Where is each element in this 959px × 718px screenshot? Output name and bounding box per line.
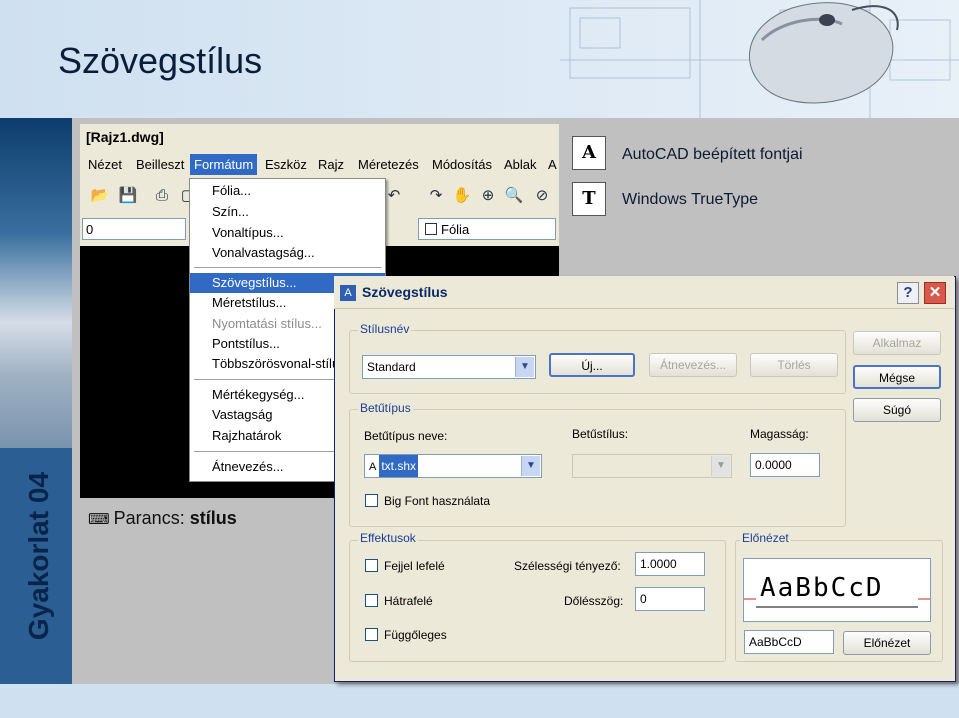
rename-style-button: Átnevezés... [649, 353, 737, 377]
menu-item-vonalvastagsag[interactable]: Vonalvastagság... [190, 243, 385, 263]
redo-icon[interactable]: ↷ [426, 186, 446, 206]
font-style-label: Betűstílus: [572, 427, 629, 441]
acad-window-title: [Rajz1.dwg] [86, 129, 164, 145]
vertical-checkbox[interactable] [365, 628, 378, 641]
print-icon[interactable]: ⎙ [152, 186, 172, 206]
save-icon[interactable]: 💾 [118, 186, 138, 206]
open-folder-icon[interactable]: 📂 [90, 186, 110, 206]
zoom-previous-icon[interactable]: ⊘ [532, 186, 552, 206]
menu-eszkoz[interactable]: Eszköz [263, 157, 309, 172]
oblique-label: Dőlésszög: [564, 594, 624, 608]
chevron-down-icon: ▼ [521, 456, 540, 476]
vertical-label: Függőleges [384, 628, 447, 642]
help-button[interactable]: Súgó [853, 398, 941, 422]
mouse-image [732, 0, 902, 108]
preview-sample-text: AaBbCcD [760, 573, 884, 603]
width-factor-field[interactable]: 1.0000 [635, 552, 705, 576]
backwards-label: Hátrafelé [384, 594, 433, 608]
bigfont-label: Big Font használata [384, 494, 491, 508]
truetype-font-icon: T [572, 182, 606, 216]
style-name-value: Standard [367, 360, 416, 374]
menu-ablak[interactable]: Ablak [502, 157, 539, 172]
height-label: Magasság: [750, 427, 809, 441]
layer-combo[interactable]: Fólia [418, 218, 556, 240]
preview-input[interactable]: AaBbCcD [744, 630, 834, 654]
preview-button[interactable]: Előnézet [843, 631, 931, 655]
menu-more[interactable]: A [546, 157, 559, 172]
menu-item-szin[interactable]: Szín... [190, 202, 385, 222]
undo-icon[interactable]: ↶ [384, 186, 404, 206]
snowy-landscape-photo [0, 118, 72, 448]
effects-group-label: Effektusok [358, 531, 418, 545]
zoom-window-icon[interactable]: 🔍 [504, 186, 524, 206]
dialog-title-bar: A Szövegstílus ? ✕ [334, 276, 954, 309]
height-field[interactable]: 0.0000 [750, 453, 820, 477]
command-line: ⌨ Parancs: stílus [88, 508, 237, 529]
truetype-font-label: Windows TrueType [622, 191, 759, 208]
font-name-combo[interactable]: Atxt.shx ▼ [364, 454, 542, 478]
chevron-down-icon: ▼ [711, 456, 730, 476]
pan-icon[interactable]: ✋ [452, 186, 472, 206]
footer-band [0, 684, 959, 718]
command-prefix: Parancs: [113, 508, 185, 528]
preview-group-label: Előnézet [740, 531, 791, 545]
layer-color-swatch-icon [425, 223, 437, 235]
zoom-realtime-icon[interactable]: ⊕ [478, 186, 498, 206]
menu-item-vonaltipus[interactable]: Vonaltípus... [190, 223, 385, 243]
style-name-combo[interactable]: Standard ▼ [362, 355, 536, 379]
layer-combo-value: Fólia [441, 222, 470, 237]
cancel-button[interactable]: Mégse [853, 365, 941, 389]
new-style-button[interactable]: Új... [549, 353, 635, 377]
menu-meretezes[interactable]: Méretezés [356, 157, 421, 172]
font-group-label: Betűtípus [358, 401, 413, 415]
command-value: stílus [189, 508, 237, 528]
side-label: Gyakorlat 04 [23, 471, 54, 641]
bigfont-checkbox[interactable] [365, 494, 378, 507]
style-name-group-label: Stílusnév [358, 322, 412, 336]
menu-bar: Nézet Beilleszt Formátum Eszköz Rajz Mér… [80, 152, 559, 178]
autocad-font-label: AutoCAD beépített fontjai [622, 146, 803, 163]
menu-nezet[interactable]: Nézet [86, 157, 124, 172]
backwards-checkbox[interactable] [365, 594, 378, 607]
slide-title: Szövegstílus [58, 40, 263, 81]
autocad-font-icon: A [572, 136, 606, 170]
menu-modositas[interactable]: Módosítás [430, 157, 494, 172]
font-name-value: txt.shx [379, 455, 419, 477]
dialog-app-icon: A [340, 285, 356, 301]
shx-font-icon: A [369, 461, 377, 473]
upside-down-label: Fejjel lefelé [384, 559, 445, 573]
apply-button: Alkalmaz [853, 331, 941, 355]
menu-rajz[interactable]: Rajz [316, 157, 346, 172]
menu-separator [194, 267, 381, 268]
help-icon[interactable]: ? [897, 282, 919, 304]
chevron-down-icon: ▼ [515, 357, 534, 377]
upside-down-checkbox[interactable] [365, 559, 378, 572]
menu-beilleszt[interactable]: Beilleszt [134, 157, 186, 172]
width-factor-label: Szélességi tényező: [514, 559, 621, 573]
oblique-field[interactable]: 0 [635, 587, 705, 611]
dialog-title: Szövegstílus [362, 284, 448, 300]
menu-formatum[interactable]: Formátum [190, 154, 258, 175]
command-value-field[interactable]: 0 [82, 218, 186, 240]
acad-title-bar: [Rajz1.dwg] [80, 124, 559, 153]
font-style-combo: ▼ [572, 454, 732, 478]
preview-canvas: AaBbCcD [743, 558, 931, 622]
delete-style-button: Törlés [750, 353, 838, 377]
keyboard-icon: ⌨ [88, 511, 110, 528]
menu-item-folia[interactable]: Fólia... [190, 181, 385, 201]
close-icon[interactable]: ✕ [924, 282, 946, 304]
font-name-label: Betűtípus neve: [364, 429, 448, 443]
